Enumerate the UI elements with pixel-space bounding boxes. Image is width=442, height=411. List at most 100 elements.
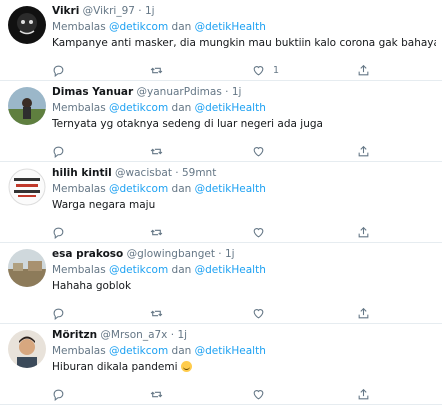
mention-link[interactable]: @detikcom <box>109 345 168 357</box>
replying-to: Membalas @detikcom dan @detikHealth <box>52 182 436 196</box>
tweet-header: Vikri @Vikri_97 · 1j <box>52 4 436 18</box>
reply-icon <box>53 146 64 158</box>
display-name[interactable]: Vikri <box>52 5 79 17</box>
avatar[interactable] <box>8 249 46 287</box>
heart-icon <box>253 389 264 399</box>
like-button[interactable] <box>252 386 273 402</box>
handle[interactable]: @yanuarPdimas <box>137 86 222 98</box>
tweet-text: Hahaha goblok <box>52 280 132 292</box>
mention-link[interactable]: @detikHealth <box>195 183 266 195</box>
display-name[interactable]: esa prakoso <box>52 248 123 260</box>
heart-icon <box>253 146 264 156</box>
separator-dot: · <box>170 329 175 341</box>
like-button[interactable] <box>252 305 273 321</box>
retweet-button[interactable] <box>150 386 163 402</box>
tweet-text: Hiburan dikala pandemi <box>52 360 436 374</box>
share-button[interactable] <box>357 143 370 159</box>
grinning-face-icon <box>180 361 192 372</box>
timestamp[interactable]: 1j <box>145 5 155 17</box>
separator-dot: · <box>225 86 229 98</box>
reply-button[interactable] <box>52 143 65 159</box>
handle[interactable]: @glowingbanget <box>127 248 215 260</box>
timestamp[interactable]: 1j <box>225 248 235 260</box>
separator-dot: · <box>138 5 142 17</box>
mention-link[interactable]: @detikHealth <box>195 264 266 276</box>
conjunction: dan <box>171 264 192 276</box>
display-name[interactable]: hilih kintil <box>52 167 112 179</box>
mention-link[interactable]: @detikcom <box>109 183 168 195</box>
retweet-icon <box>150 391 163 397</box>
share-button[interactable] <box>357 305 370 321</box>
tweet[interactable]: esa prakoso @glowingbanget · 1j Membalas… <box>0 243 442 324</box>
avatar[interactable] <box>8 87 46 125</box>
mention-link[interactable]: @detikcom <box>109 102 168 114</box>
mention-link[interactable]: @detikHealth <box>195 345 266 357</box>
conjunction: dan <box>171 102 192 114</box>
tweet[interactable]: Dimas Yanuar @yanuarPdimas · 1j Membalas… <box>0 81 442 162</box>
retweet-button[interactable] <box>150 305 163 321</box>
like-button[interactable] <box>252 143 273 159</box>
reply-button[interactable] <box>52 62 65 78</box>
action-bar <box>52 305 382 321</box>
reply-prefix: Membalas <box>52 102 106 114</box>
avatar[interactable] <box>8 168 46 206</box>
replying-to: Membalas @detikcom dan @detikHealth <box>52 344 436 358</box>
mention-link[interactable]: @detikHealth <box>195 21 266 33</box>
separator-dot: · <box>218 248 222 260</box>
reply-icon <box>53 65 64 77</box>
share-button[interactable] <box>357 62 370 78</box>
retweet-button[interactable] <box>150 62 163 78</box>
avatar[interactable] <box>8 6 46 44</box>
separator-dot: · <box>175 167 179 179</box>
share-icon <box>358 145 369 156</box>
reply-icon <box>53 389 64 401</box>
tweet[interactable]: Vikri @Vikri_97 · 1j Membalas @detikcom … <box>0 0 442 81</box>
timestamp[interactable]: 1j <box>232 86 242 98</box>
avatar[interactable] <box>8 330 46 368</box>
tweet[interactable]: hilih kintil @wacisbat · 59mnt Membalas … <box>0 162 442 243</box>
timestamp[interactable]: 1j <box>177 329 187 341</box>
display-name[interactable]: Dimas Yanuar <box>52 86 133 98</box>
mention-link[interactable]: @detikHealth <box>195 102 266 114</box>
heart-icon <box>253 308 264 318</box>
reply-prefix: Membalas <box>52 264 106 276</box>
reply-button[interactable] <box>52 224 65 240</box>
share-icon <box>358 64 369 75</box>
share-button[interactable] <box>357 224 370 240</box>
share-icon <box>358 307 369 318</box>
share-icon <box>358 388 369 399</box>
reply-prefix: Membalas <box>52 183 106 195</box>
tweet-text: Warga negara maju <box>52 199 156 211</box>
mention-link[interactable]: @detikcom <box>109 21 168 33</box>
tweet-text-content: Hiburan dikala pandemi <box>52 361 178 373</box>
action-bar <box>52 386 382 402</box>
handle[interactable]: @Mrson_a7x <box>100 329 167 341</box>
conjunction: dan <box>171 183 192 195</box>
timestamp[interactable]: 59mnt <box>182 167 216 179</box>
action-bar: 1 <box>52 62 382 78</box>
handle[interactable]: @wacisbat <box>115 167 172 179</box>
retweet-button[interactable] <box>150 143 163 159</box>
share-icon <box>358 226 369 237</box>
share-button[interactable] <box>357 386 370 402</box>
tweet-text: Ternyata yg otaknya sedeng di luar neger… <box>52 118 323 130</box>
reply-button[interactable] <box>52 386 65 402</box>
retweet-icon <box>150 310 163 316</box>
conjunction: dan <box>171 345 192 357</box>
tweet-header: Dimas Yanuar @yanuarPdimas · 1j <box>52 85 436 99</box>
like-button[interactable]: 1 <box>252 62 279 78</box>
replying-to: Membalas @detikcom dan @detikHealth <box>52 20 436 34</box>
display-name[interactable]: Möritzn <box>52 329 97 341</box>
reply-button[interactable] <box>52 305 65 321</box>
mention-link[interactable]: @detikcom <box>109 264 168 276</box>
tweet[interactable]: Möritzn @Mrson_a7x · 1j Membalas @detikc… <box>0 324 442 405</box>
reply-icon <box>53 308 64 320</box>
retweet-icon <box>150 67 163 73</box>
tweet-text: Kampanye anti masker, dia mungkin mau bu… <box>52 37 436 49</box>
heart-icon <box>253 65 264 75</box>
tweet-header: hilih kintil @wacisbat · 59mnt <box>52 166 436 180</box>
retweet-button[interactable] <box>150 224 163 240</box>
reply-icon <box>53 227 64 239</box>
like-button[interactable] <box>252 224 273 240</box>
handle[interactable]: @Vikri_97 <box>83 5 135 17</box>
